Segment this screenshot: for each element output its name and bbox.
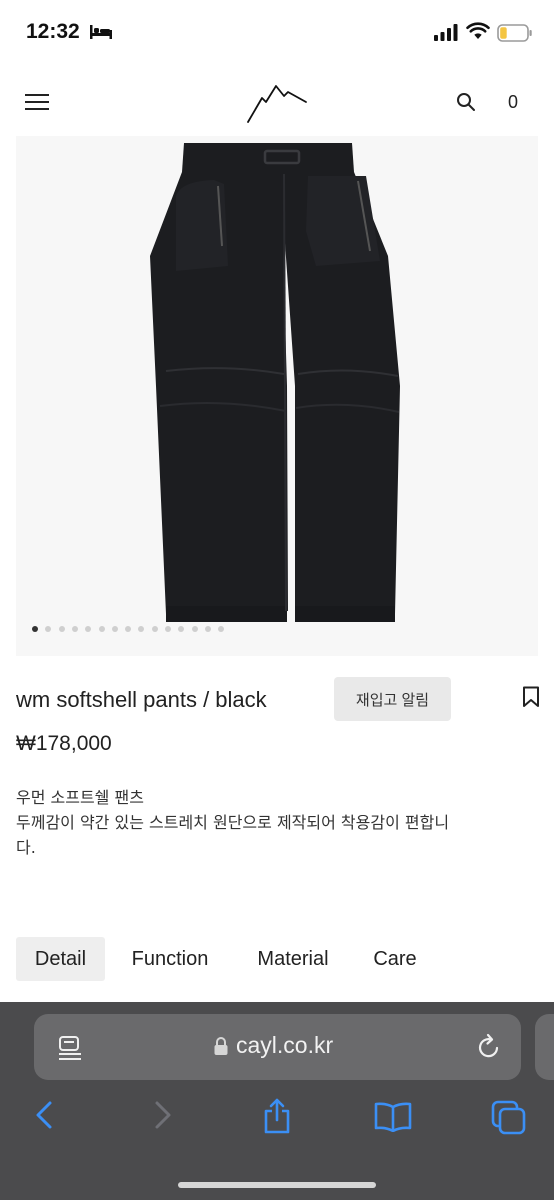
carousel-dot[interactable] bbox=[98, 626, 105, 632]
address-bar[interactable]: cayl.co.kr bbox=[34, 1014, 521, 1080]
search-icon[interactable] bbox=[456, 92, 476, 112]
status-time: 12:32 bbox=[26, 20, 80, 43]
forward-chevron-icon[interactable] bbox=[153, 1100, 173, 1130]
tab-function[interactable]: Function bbox=[118, 937, 222, 981]
wifi-icon bbox=[466, 22, 490, 39]
tab-detail[interactable]: Detail bbox=[16, 937, 105, 981]
book-icon[interactable] bbox=[374, 1102, 412, 1132]
restock-alert-button[interactable]: 재입고 알림 bbox=[334, 677, 451, 721]
tab-material[interactable]: Material bbox=[242, 937, 344, 981]
carousel-dot[interactable] bbox=[71, 626, 78, 632]
sleep-focus-icon bbox=[90, 25, 112, 39]
product-price: ₩178,000 bbox=[16, 732, 112, 755]
product-image[interactable] bbox=[16, 136, 538, 656]
back-chevron-icon[interactable] bbox=[34, 1100, 54, 1130]
brand-logo[interactable] bbox=[246, 82, 308, 124]
browser-toolbar: cayl.co.kr bbox=[0, 1002, 554, 1200]
product-description: 우먼 소프트쉘 팬츠 두께감이 약간 있는 스트레치 원단으로 제작되어 착용감… bbox=[16, 785, 536, 860]
url-text[interactable]: cayl.co.kr bbox=[236, 1032, 333, 1059]
battery-low-icon bbox=[497, 24, 532, 42]
reload-icon[interactable] bbox=[476, 1033, 502, 1061]
carousel-dot[interactable] bbox=[32, 626, 38, 632]
home-indicator[interactable] bbox=[178, 1182, 376, 1188]
reader-mode-icon[interactable] bbox=[58, 1035, 82, 1061]
product-title: wm softshell pants / black bbox=[16, 687, 267, 712]
carousel-dot[interactable] bbox=[165, 626, 171, 632]
bookmark-icon[interactable] bbox=[522, 686, 540, 708]
description-line: 우먼 소프트쉘 팬츠 bbox=[16, 788, 144, 807]
hamburger-menu-icon[interactable] bbox=[25, 94, 49, 112]
status-bar: 12:32 bbox=[0, 0, 554, 66]
pants-photo bbox=[150, 143, 400, 622]
description-line: 다. bbox=[16, 838, 36, 857]
lock-icon bbox=[214, 1037, 228, 1055]
cart-count[interactable]: 0 bbox=[508, 92, 518, 113]
carousel-dot[interactable] bbox=[58, 626, 65, 632]
site-header: 0 bbox=[0, 66, 554, 136]
share-icon[interactable] bbox=[262, 1098, 292, 1134]
carousel-dot[interactable] bbox=[204, 626, 211, 632]
carousel-dot[interactable] bbox=[191, 626, 198, 632]
tab-care[interactable]: Care bbox=[362, 937, 428, 981]
carousel-dot[interactable] bbox=[111, 626, 118, 632]
tabs-icon[interactable] bbox=[491, 1100, 527, 1136]
next-tab-preview[interactable] bbox=[535, 1014, 554, 1080]
description-line: 두께감이 약간 있는 스트레치 원단으로 제작되어 착용감이 편합니 bbox=[16, 813, 450, 832]
carousel-dot[interactable] bbox=[151, 626, 158, 632]
cellular-signal-icon bbox=[434, 24, 458, 41]
